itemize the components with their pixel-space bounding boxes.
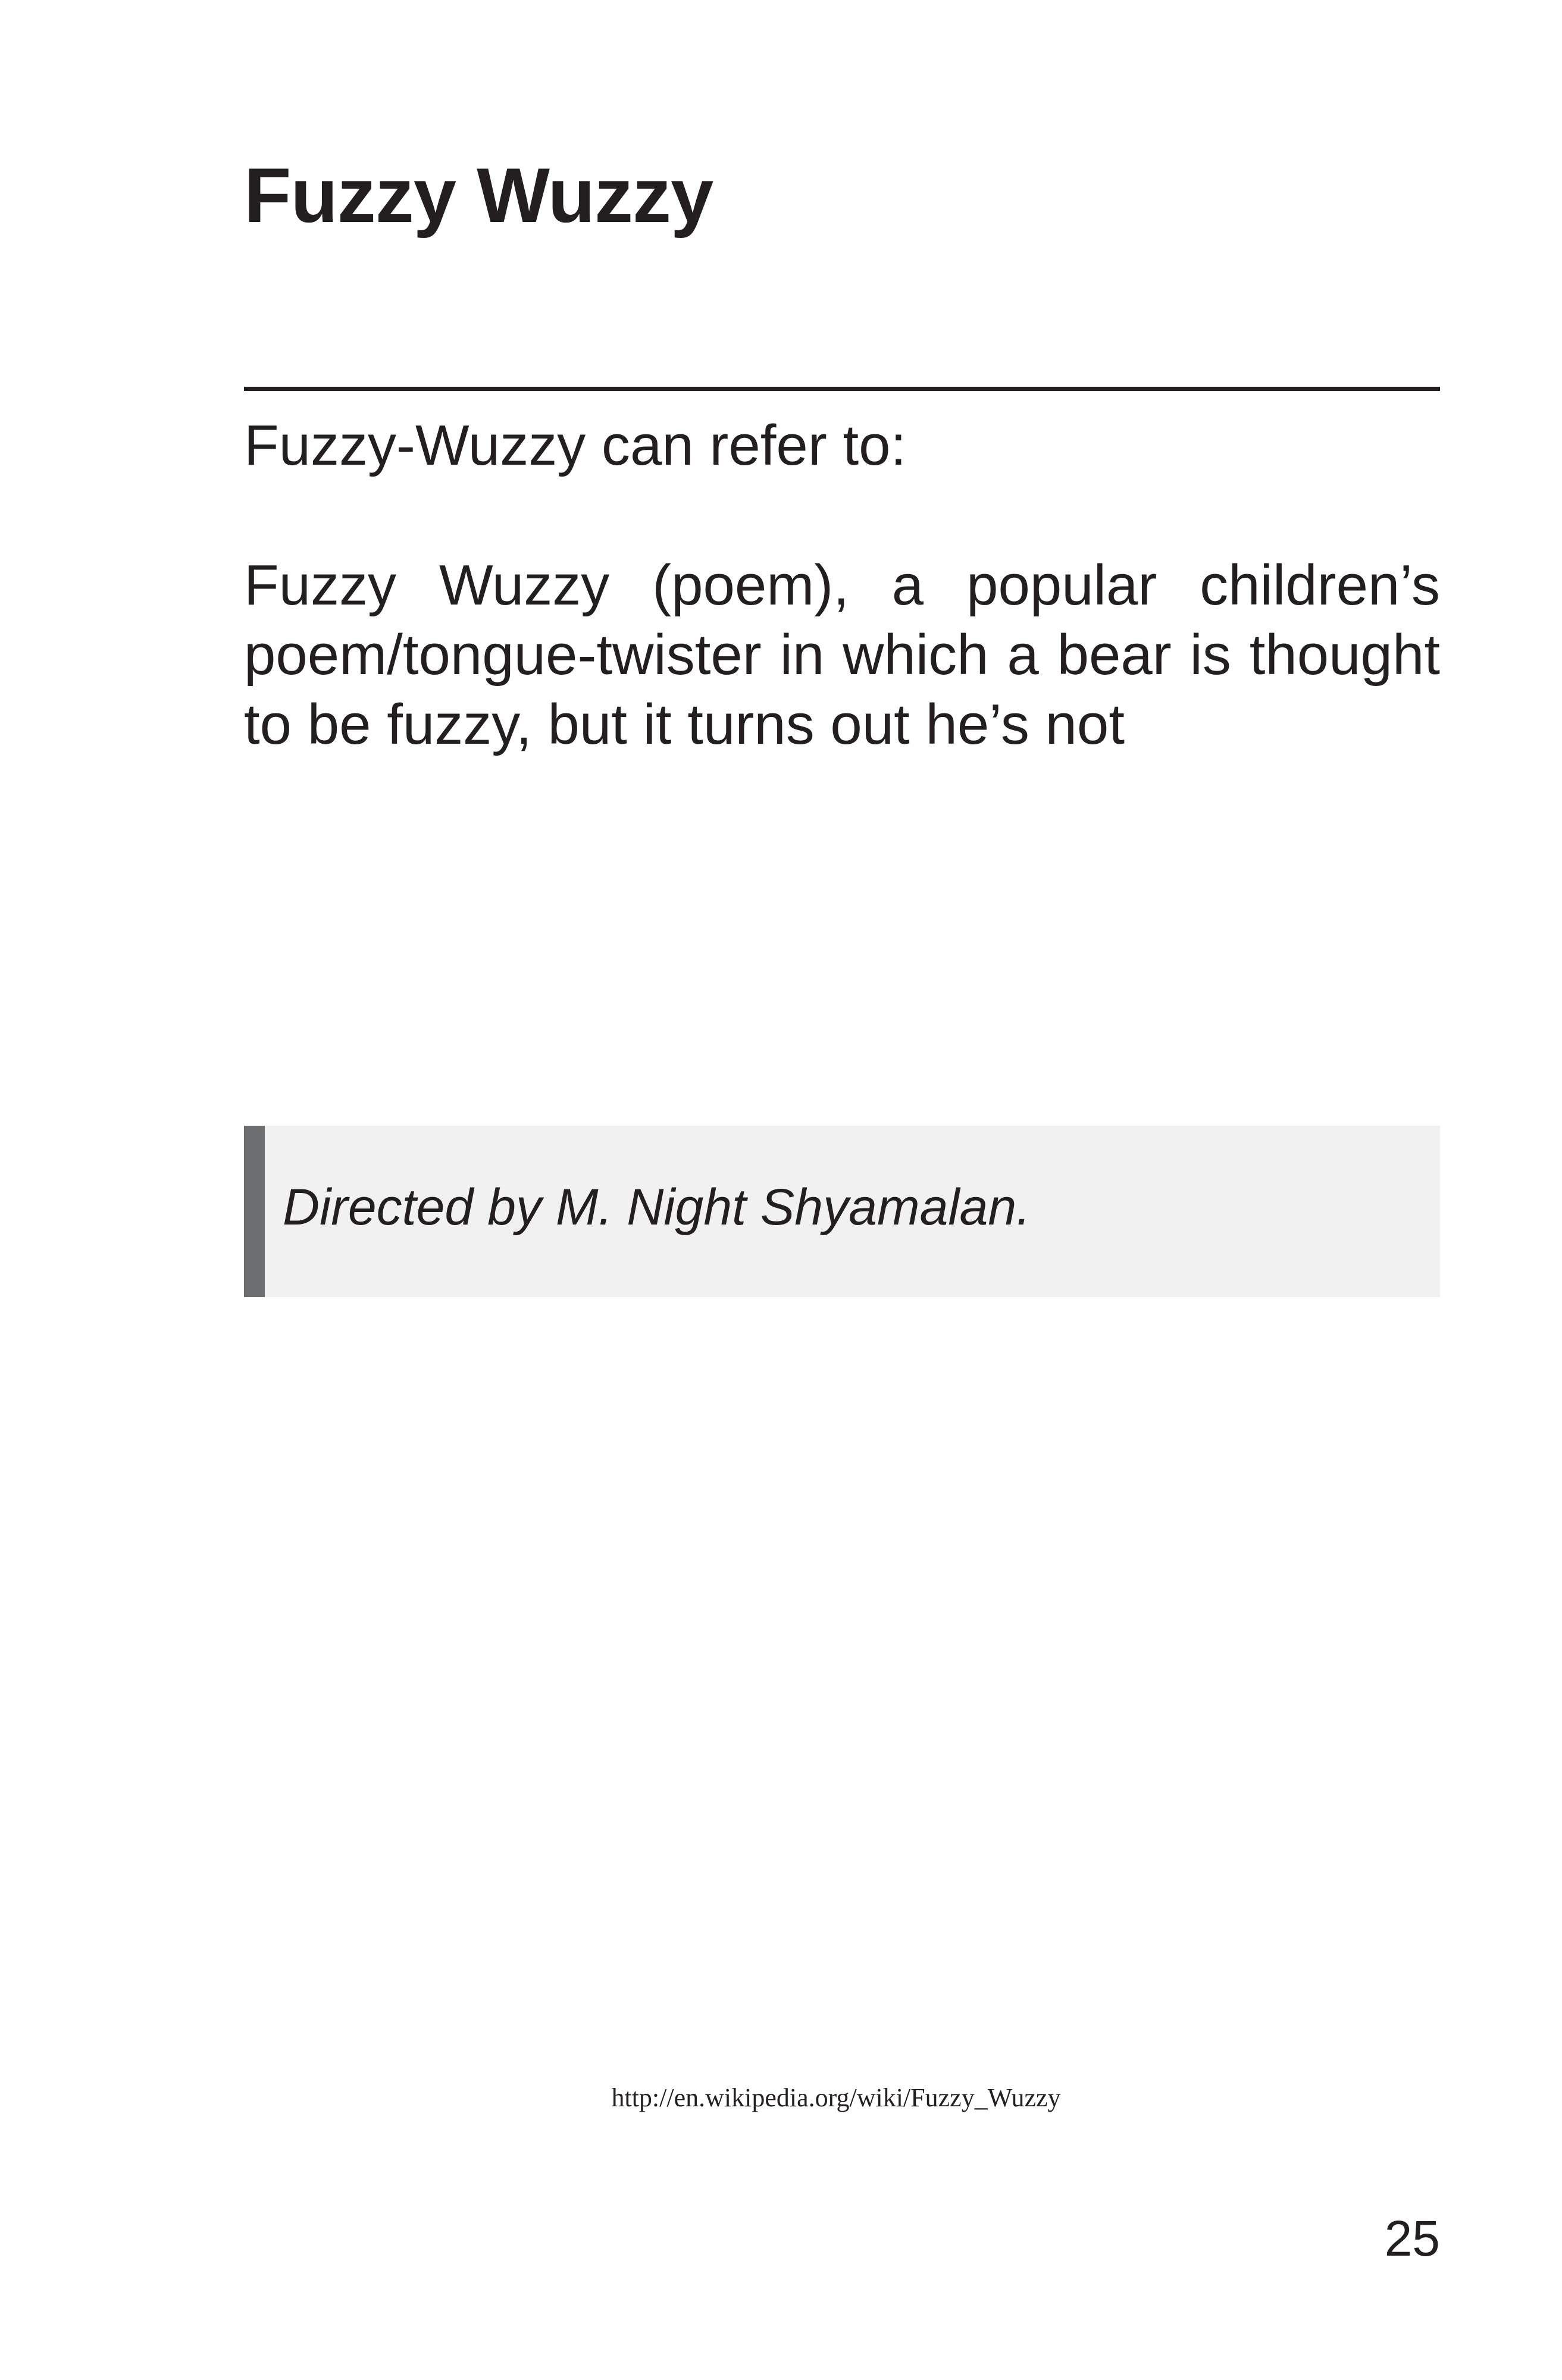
title-divider bbox=[244, 387, 1440, 391]
quote-box: Directed by M. Night Shyamalan. bbox=[244, 1126, 1440, 1297]
intro-text: Fuzzy-Wuzzy can refer to: bbox=[244, 414, 907, 477]
page-title: Fuzzy Wuzzy bbox=[244, 152, 713, 239]
source-url: http://en.wikipedia.org/wiki/Fuzzy_Wuzzy bbox=[611, 2083, 1061, 2112]
quote-text: Directed by M. Night Shyamalan. bbox=[283, 1179, 1031, 1236]
page-number: 25 bbox=[1384, 2210, 1440, 2266]
quote-accent-bar bbox=[244, 1126, 265, 1297]
entry-text: Fuzzy Wuzzy (poem), a popular children’s… bbox=[244, 553, 1440, 756]
